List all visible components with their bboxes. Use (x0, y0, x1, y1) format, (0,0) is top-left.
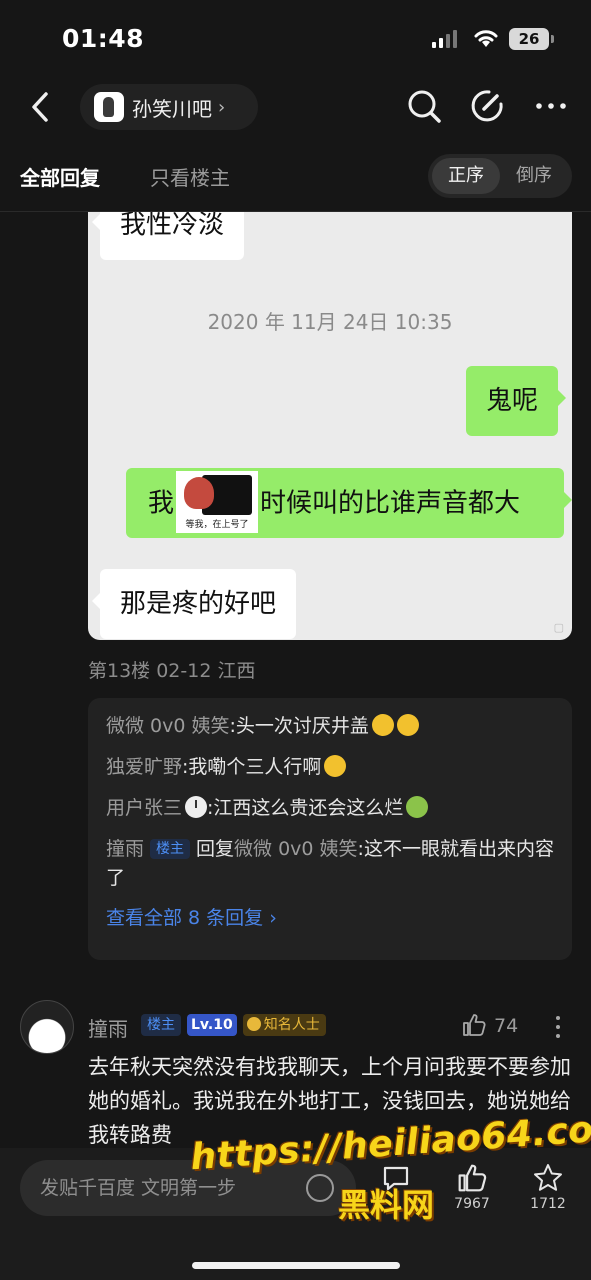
tab-all-replies[interactable]: 全部回复 (20, 162, 100, 191)
chat-bubble-text: 我 (148, 488, 175, 519)
favorite-action[interactable]: 1712 (518, 1162, 578, 1212)
signal-icon (432, 30, 457, 48)
famous-badge-label: 知名人士 (263, 1017, 320, 1033)
thumbs-up-icon[interactable] (461, 1012, 487, 1038)
favorite-total: 1712 (530, 1196, 566, 1212)
chevron-right-icon: › (218, 96, 226, 118)
like-total: 7967 (454, 1196, 490, 1212)
chat-bubble-text: 时候叫的比谁声音都大 (260, 488, 521, 519)
sticker-caption: 等我，在上号了 (185, 519, 249, 530)
comment-username[interactable]: 撞雨 (88, 1013, 128, 1042)
forum-chip[interactable]: 孙笑川吧 › (80, 84, 258, 130)
forum-name: 孙笑川吧 (132, 96, 212, 121)
home-indicator[interactable] (192, 1262, 400, 1269)
more-icon[interactable] (531, 86, 571, 126)
nav-bar: 孙笑川吧 › (0, 78, 591, 138)
order-toggle: 正序 倒序 (428, 154, 572, 198)
reply-user[interactable]: 独爱旷野 (106, 756, 182, 778)
search-icon[interactable] (404, 86, 444, 126)
reply-user[interactable]: 用户张三 (106, 797, 182, 819)
tab-owner-only[interactable]: 只看楼主 (150, 162, 230, 191)
owner-badge: 楼主 (141, 1014, 181, 1036)
level-badge: Lv.10 (187, 1014, 237, 1036)
like-action[interactable]: 7967 (442, 1162, 502, 1212)
thumbs-up-icon (458, 1164, 487, 1192)
sick-emoji-icon (406, 796, 429, 818)
sticker-image: 等我，在上号了 (176, 470, 259, 533)
reply-target-user[interactable]: 微微 0v0 姨笑 (234, 838, 358, 860)
reply-text: :江西这么贵还会这么烂 (207, 797, 404, 819)
view-all-replies-link[interactable]: 查看全部 8 条回复 › (106, 903, 554, 930)
forum-avatar (94, 92, 124, 122)
clock-emoji-icon (185, 796, 208, 818)
smile-emoji-icon (396, 714, 419, 736)
user-badges: 楼主 Lv.10 知名人士 (141, 1014, 326, 1036)
chat-bubble: 我性冷淡 (91, 212, 245, 260)
like-count: 74 (494, 1015, 519, 1037)
sub-reply[interactable]: 微微 0v0 姨笑:头一次讨厌井盖 (106, 712, 554, 741)
reply-user[interactable]: 撞雨 (106, 838, 144, 860)
sub-reply[interactable]: 用户张三 :江西这么贵还会这么烂 (106, 794, 554, 823)
avatar[interactable] (20, 1000, 74, 1054)
famous-badge: 知名人士 (242, 1014, 326, 1036)
edit-icon[interactable] (467, 86, 507, 126)
smile-emoji-icon (371, 714, 394, 736)
chat-bubble: 我等我，在上号了 时候叫的比谁声音都大 (126, 468, 572, 538)
wifi-icon (474, 30, 498, 47)
back-icon[interactable] (26, 88, 56, 126)
more-vertical-icon[interactable] (555, 1014, 561, 1040)
status-bar: 01:48 26 (0, 0, 591, 78)
order-asc-button[interactable]: 正序 (432, 158, 500, 194)
order-desc-button[interactable]: 倒序 (500, 158, 568, 194)
floor-meta: 第13楼 02-12 江西 (88, 660, 256, 682)
reply-input-placeholder: 发贴千百度 文明第一步 (40, 1177, 237, 1199)
watermark-name: 黑料网 (338, 1186, 435, 1224)
hug-emoji-icon (324, 755, 347, 777)
reply-text: :我嘞个三人行啊 (182, 756, 322, 778)
image-watermark-icon: ▢ (553, 621, 564, 634)
status-time: 01:48 (62, 24, 145, 53)
sub-reply[interactable]: 撞雨 楼主 回复微微 0v0 姨笑:这不一眼就看出来内容了 (106, 835, 554, 893)
owner-tag: 楼主 (150, 839, 191, 859)
chat-screenshot-image[interactable]: 我性冷淡 2020 年 11月 24日 10:35 鬼呢 我等我，在上号了 时候叫… (88, 212, 572, 640)
chat-bubble: 那是疼的好吧 (91, 569, 297, 639)
chat-bubble: 鬼呢 (466, 366, 567, 436)
battery-indicator: 26 (509, 28, 554, 50)
reply-word: 回复 (196, 838, 235, 860)
emoji-icon[interactable] (306, 1174, 334, 1202)
reply-user[interactable]: 微微 0v0 姨笑 (106, 715, 230, 737)
reply-text: :头一次讨厌井盖 (229, 715, 369, 737)
sub-reply[interactable]: 独爱旷野:我嘞个三人行啊 (106, 753, 554, 782)
star-icon (534, 1164, 562, 1191)
chat-timestamp: 2020 年 11月 24日 10:35 (207, 310, 453, 334)
tab-bar: 全部回复 只看楼主 正序 倒序 (0, 138, 591, 212)
sub-replies-box: 微微 0v0 姨笑:头一次讨厌井盖 独爱旷野:我嘞个三人行啊 用户张三:江西这么… (88, 698, 572, 960)
